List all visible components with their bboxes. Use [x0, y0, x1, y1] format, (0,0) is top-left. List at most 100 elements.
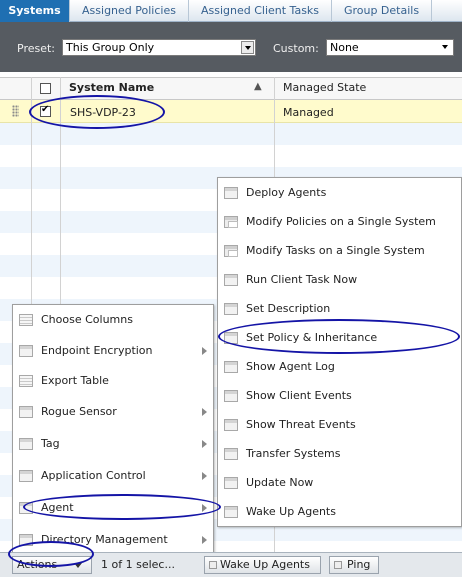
window-icon — [19, 502, 33, 514]
preset-select[interactable]: This Group Only — [62, 39, 256, 56]
tab-assigned-policies[interactable]: Assigned Policies — [70, 0, 189, 22]
wake-up-agents-label: Wake Up Agents — [220, 558, 310, 571]
document-icon — [19, 314, 33, 326]
window-icon — [224, 303, 238, 315]
menu-item-label: Choose Columns — [41, 313, 133, 326]
menu-item-rogue-sensor[interactable]: Rogue Sensor — [13, 398, 213, 426]
window-icon — [224, 332, 238, 344]
menu-item-label: Run Client Task Now — [246, 273, 358, 286]
system-icon — [224, 245, 238, 257]
menu-item-application-control[interactable]: Application Control — [13, 462, 213, 490]
column-header-system-name[interactable]: System Name — [69, 81, 154, 94]
submenu-arrow-icon — [202, 440, 207, 448]
window-icon — [224, 506, 238, 518]
menu-item-label: Tag — [41, 437, 60, 450]
submenu-arrow-icon — [202, 347, 207, 355]
submenu-arrow-icon — [202, 536, 207, 544]
window-icon — [224, 187, 238, 199]
menu-item-transfer-systems[interactable]: Transfer Systems — [218, 440, 461, 468]
menu-item-show-agent-log[interactable]: Show Agent Log — [218, 353, 461, 381]
menu-item-label: Directory Management — [41, 533, 168, 546]
menu-item-label: Transfer Systems — [246, 447, 341, 460]
submenu-arrow-icon — [202, 472, 207, 480]
menu-item-modify-tasks[interactable]: Modify Tasks on a Single System — [218, 237, 461, 265]
menu-item-deploy-agents[interactable]: Deploy Agents — [218, 179, 461, 207]
select-all-checkbox[interactable] — [40, 83, 51, 94]
tab-assigned-client-tasks[interactable]: Assigned Client Tasks — [189, 0, 332, 22]
menu-item-label: Set Description — [246, 302, 331, 315]
window-icon — [334, 561, 342, 569]
menu-item-label: Rogue Sensor — [41, 405, 117, 418]
wake-up-agents-button[interactable]: Wake Up Agents — [204, 556, 321, 574]
chevron-down-icon — [74, 563, 82, 568]
sort-ascending-icon[interactable]: ▲ — [254, 81, 262, 92]
menu-item-label: Deploy Agents — [246, 186, 327, 199]
menu-item-endpoint-encryption[interactable]: Endpoint Encryption — [13, 337, 213, 365]
menu-item-update-now[interactable]: Update Now — [218, 469, 461, 497]
tab-systems[interactable]: Systems — [0, 0, 70, 22]
menu-item-set-policy-inheritance[interactable]: Set Policy & Inheritance — [218, 324, 461, 352]
chevron-down-icon — [241, 41, 254, 54]
menu-item-set-description[interactable]: Set Description — [218, 295, 461, 323]
preset-label: Preset: — [17, 42, 56, 55]
menu-item-label: Agent — [41, 501, 74, 514]
menu-item-label: Show Agent Log — [246, 360, 335, 373]
drag-handle-icon[interactable] — [12, 105, 19, 117]
table-row-empty — [0, 123, 462, 145]
tab-group-details[interactable]: Group Details — [332, 0, 432, 22]
chevron-down-icon — [439, 41, 452, 54]
custom-select[interactable]: None — [326, 39, 454, 56]
menu-item-agent[interactable]: Agent — [13, 494, 213, 522]
menu-item-label: Endpoint Encryption — [41, 344, 153, 357]
selection-status: 1 of 1 selec... — [101, 558, 175, 571]
actions-button-label: Actions — [17, 558, 58, 571]
menu-item-wake-up-agents[interactable]: Wake Up Agents — [218, 498, 461, 526]
menu-item-label: Application Control — [41, 469, 146, 482]
ping-label: Ping — [347, 558, 371, 571]
window-icon — [224, 361, 238, 373]
document-icon — [19, 375, 33, 387]
actions-menu: Choose Columns Endpoint Encryption Expor… — [12, 304, 214, 554]
menu-item-show-client-events[interactable]: Show Client Events — [218, 382, 461, 410]
submenu-arrow-icon — [202, 408, 207, 416]
menu-item-label: Show Threat Events — [246, 418, 356, 431]
menu-item-tag[interactable]: Tag — [13, 430, 213, 458]
window-icon — [19, 534, 33, 546]
menu-item-run-client-task-now[interactable]: Run Client Task Now — [218, 266, 461, 294]
window-icon — [224, 448, 238, 460]
ping-button[interactable]: Ping — [329, 556, 379, 574]
preset-value: This Group Only — [66, 41, 155, 54]
agent-submenu: Deploy Agents Modify Policies on a Singl… — [217, 177, 462, 527]
window-icon — [19, 470, 33, 482]
menu-item-directory-management[interactable]: Directory Management — [13, 526, 213, 554]
menu-item-label: Show Client Events — [246, 389, 352, 402]
systems-page: Systems Assigned Policies Assigned Clien… — [0, 0, 462, 577]
column-header-managed-state[interactable]: Managed State — [283, 81, 366, 94]
filter-bar: Preset: This Group Only Custom: None — [0, 22, 462, 72]
custom-label: Custom: — [273, 42, 319, 55]
row-checkbox[interactable] — [40, 104, 51, 117]
submenu-arrow-icon — [202, 504, 207, 512]
menu-item-label: Set Policy & Inheritance — [246, 331, 378, 344]
custom-value: None — [330, 41, 359, 54]
menu-item-label: Update Now — [246, 476, 314, 489]
menu-item-choose-columns[interactable]: Choose Columns — [13, 306, 213, 334]
window-icon — [19, 406, 33, 418]
tab-bar: Systems Assigned Policies Assigned Clien… — [0, 0, 462, 22]
menu-item-show-threat-events[interactable]: Show Threat Events — [218, 411, 461, 439]
window-icon — [209, 561, 217, 569]
menu-item-export-table[interactable]: Export Table — [13, 367, 213, 395]
actions-button[interactable]: Actions — [12, 556, 92, 574]
cell-system-name[interactable]: SHS-VDP-23 — [70, 106, 136, 119]
window-icon — [224, 274, 238, 286]
window-icon — [224, 419, 238, 431]
menu-item-label: Export Table — [41, 374, 109, 387]
window-icon — [19, 345, 33, 357]
menu-item-label: Wake Up Agents — [246, 505, 336, 518]
window-icon — [19, 438, 33, 450]
window-icon — [224, 477, 238, 489]
menu-item-label: Modify Tasks on a Single System — [246, 244, 425, 257]
cell-managed-state: Managed — [283, 106, 334, 119]
menu-item-modify-policies[interactable]: Modify Policies on a Single System — [218, 208, 461, 236]
window-icon — [224, 390, 238, 402]
